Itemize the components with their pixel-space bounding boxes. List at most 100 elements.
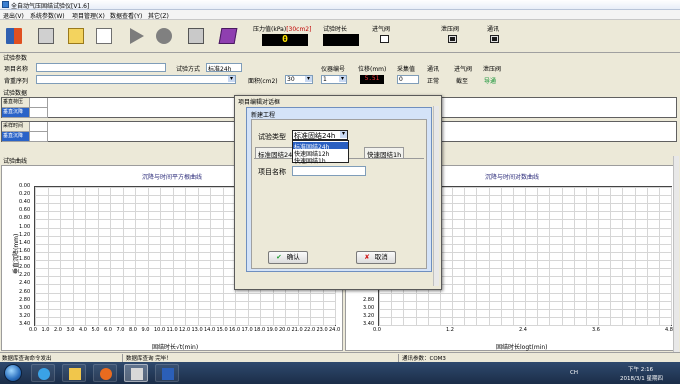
y-tick-label: 0.80: [19, 215, 31, 222]
y-tick-label: 0.00: [19, 183, 31, 189]
manual-button[interactable]: [216, 24, 238, 46]
option-fast-12h[interactable]: 快速固结12h: [293, 149, 348, 158]
tab-fast-1h[interactable]: 快速固结1h: [364, 147, 405, 159]
row-header-vertical-settlement: 垂直沉降: [2, 132, 30, 142]
menu-data-view[interactable]: 数据查看(Y): [110, 11, 142, 20]
displacement-display: 5.51: [360, 75, 384, 84]
taskbar-media[interactable]: [93, 364, 117, 382]
explorer-icon: [69, 368, 81, 380]
new-project-dialog-title: 新建工程: [251, 112, 276, 119]
gridline-vertical: [122, 187, 124, 325]
toolbar: 压力值(kPa)[30cm2] 0 试验时长 进气阀 泄压阀 通讯: [0, 20, 680, 53]
instrument-no-select[interactable]: 1: [321, 75, 347, 84]
clear-button[interactable]: [184, 24, 206, 46]
exit-icon: [6, 28, 22, 44]
gridline-vertical: [549, 187, 551, 325]
stop-icon: [156, 28, 172, 44]
document-icon: [96, 28, 112, 44]
gridline-horizontal: [379, 325, 671, 326]
grid-cell[interactable]: [30, 122, 48, 132]
project-name-label: 项目名称: [258, 168, 286, 176]
x-tick-label: 19.0: [266, 327, 278, 333]
test-type-select[interactable]: 标准固结24h: [292, 130, 348, 140]
comm-status-label: 通讯: [427, 66, 440, 73]
y-tick-label: 3.00: [19, 304, 31, 311]
gridline-vertical: [35, 187, 36, 325]
outlet-status-label: 泄压阀: [483, 66, 502, 73]
data-section-title: 试验数据: [3, 90, 28, 97]
grid-cell[interactable]: [30, 98, 48, 108]
params-button[interactable]: [34, 24, 56, 46]
log-time-x-axis-label: 固结时长logt(min): [496, 344, 548, 351]
x-tick-label: 14.0: [204, 327, 216, 333]
start-button[interactable]: [124, 24, 146, 46]
main-scrollbar[interactable]: [673, 156, 679, 352]
new-project-dialog: 新建工程 试验类型 标准固结24h 标准固结24h 快速固结1h 项目名称 标准…: [246, 107, 432, 272]
y-tick-label: 0.60: [19, 207, 31, 214]
x-tick-label: 11.0: [166, 327, 178, 333]
start-button[interactable]: [4, 364, 22, 382]
gridline-vertical: [658, 187, 660, 325]
tray-date[interactable]: 2018/3/1 星期四: [620, 374, 663, 382]
gridline-vertical: [561, 187, 563, 325]
taskbar-explorer[interactable]: [62, 364, 86, 382]
tray-time[interactable]: 下午 2:16: [628, 365, 653, 373]
stop-button[interactable]: [152, 24, 174, 46]
new-document-button[interactable]: [92, 24, 114, 46]
exit-button[interactable]: [2, 24, 24, 46]
x-tick-label: 3.6: [592, 327, 600, 333]
test-time-label: 试验时长: [323, 26, 348, 33]
outlet-valve-indicator: [448, 35, 457, 43]
grid-cell[interactable]: [30, 108, 48, 118]
test-method-field[interactable]: 标准24h: [206, 63, 242, 72]
project-name-field[interactable]: [36, 63, 166, 72]
x-tick-label: 22.0: [304, 327, 316, 333]
status-mid: 数据库查询 完毕！: [126, 356, 172, 362]
menu-exit[interactable]: 退出(V): [3, 11, 24, 20]
y-tick-label: 3.00: [363, 304, 375, 311]
cancel-button[interactable]: ✘ 取消: [356, 251, 396, 264]
app-icon: [131, 368, 143, 380]
x-tick-label: 0.0: [29, 327, 37, 333]
gridline-vertical: [573, 187, 575, 325]
sample-interval-spinner[interactable]: 0: [397, 75, 419, 84]
open-project-button[interactable]: [64, 24, 86, 46]
status-bar: 数据库查询命令发出 数据库查询 完毕！ 通讯参数：COM3: [0, 352, 680, 362]
menu-project-manage[interactable]: 项目管理(X): [72, 11, 105, 20]
x-tick-label: 0.0: [373, 327, 381, 333]
params-icon: [38, 28, 54, 44]
y-tick-label: 0.20: [19, 191, 31, 198]
y-tick-label: 2.40: [19, 280, 31, 287]
project-name-label: 项目名称: [4, 66, 29, 73]
taskbar-ie[interactable]: [31, 364, 55, 382]
x-tick-label: 16.0: [229, 327, 241, 333]
project-name-input[interactable]: [292, 166, 366, 176]
grid-cell[interactable]: [30, 132, 48, 142]
taskbar-word[interactable]: [155, 364, 179, 382]
x-tick-label: 17.0: [241, 327, 253, 333]
option-standard-24h[interactable]: 标准固结24h: [293, 142, 348, 151]
y-tick-label: 2.80: [19, 296, 31, 303]
option-fast-1h[interactable]: 快速固结1h: [293, 156, 348, 165]
y-tick-label: 1.80: [19, 256, 31, 263]
curves-section-title: 试验曲线: [3, 158, 28, 165]
inlet-valve-label: 进气阀: [372, 26, 391, 33]
area-select[interactable]: 30: [285, 75, 313, 84]
ok-button[interactable]: ✔ 确认: [268, 251, 308, 264]
x-tick-label: 7.0: [116, 327, 125, 333]
tray-language[interactable]: CH: [570, 370, 578, 376]
menu-other[interactable]: 其它(Z): [148, 11, 169, 20]
menu-system-params[interactable]: 系统参数(W): [30, 11, 65, 20]
y-tick-label: 1.60: [19, 247, 31, 254]
taskbar-app[interactable]: [124, 364, 148, 382]
soil-sequence-select[interactable]: [36, 75, 236, 84]
status-left: 数据库查询命令发出: [2, 356, 52, 362]
test-type-dropdown[interactable]: 标准固结24h 快速固结12h 快速固结1h: [292, 140, 349, 165]
params-section-title: 试验参数: [3, 55, 28, 62]
project-edit-dialog-title: 项目编辑对话框: [238, 99, 281, 106]
y-tick-label: 3.20: [363, 312, 375, 319]
dialog-scrollbar[interactable]: [433, 106, 439, 286]
pressure-display: 0: [262, 34, 308, 46]
y-tick-label: 2.00: [19, 264, 31, 271]
soil-sequence-label: 背重序列: [4, 78, 29, 85]
